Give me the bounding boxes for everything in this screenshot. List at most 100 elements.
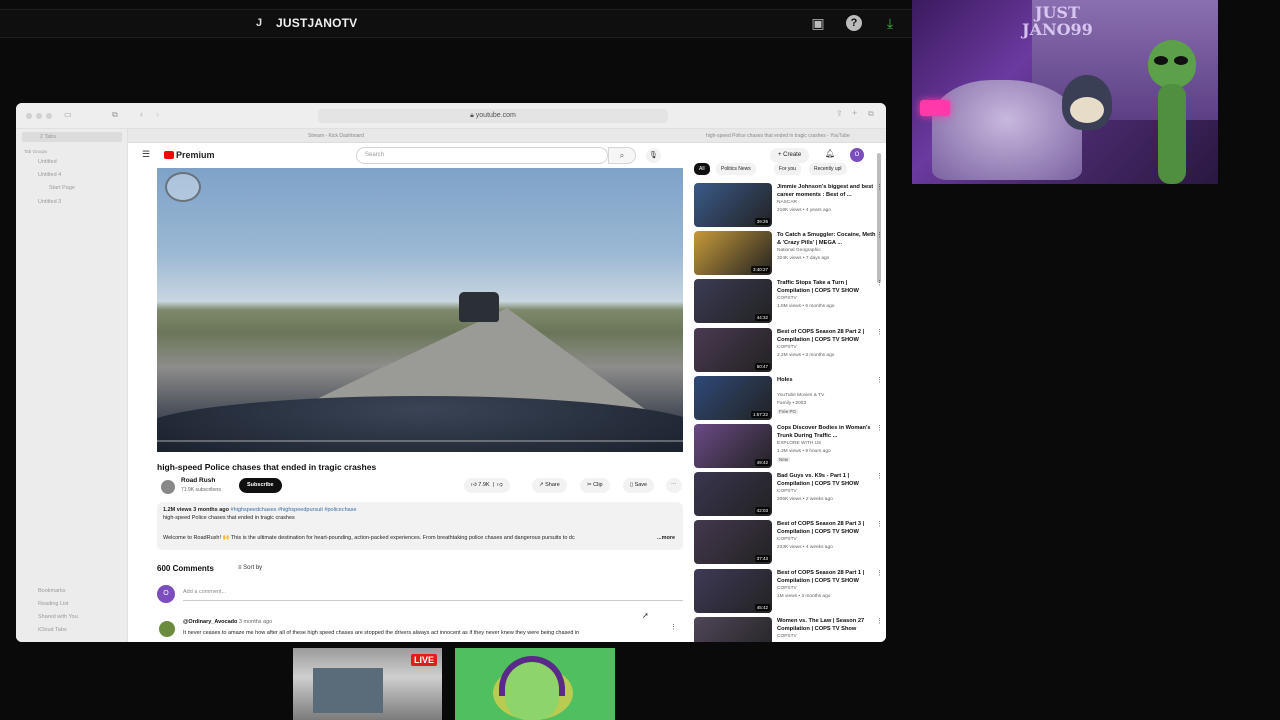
recommendation-title[interactable]: Jimmie Johnson's biggest and best career… (777, 183, 877, 199)
voice-search-icon[interactable]: 🎙︎ (646, 148, 661, 163)
minimize-window-button[interactable] (36, 113, 42, 119)
recommendation-thumbnail[interactable]: 39:26 (694, 183, 772, 227)
video-player[interactable] (157, 168, 683, 452)
recommendation-thumbnail[interactable]: 44:32 (694, 279, 772, 324)
recommendation-channel[interactable]: COPSTV (777, 345, 797, 350)
tab-youtube[interactable]: high-speed Police chases that ended in t… (706, 131, 884, 141)
sidebar-group-4[interactable]: Untitled 3 (38, 199, 61, 205)
save-button[interactable]: ▯ Save (623, 478, 655, 493)
screen-share-icon[interactable]: ▣ (810, 15, 826, 31)
recommendation-channel[interactable]: COPSTV (777, 586, 797, 591)
channel-name[interactable]: JUSTJANOTV (276, 16, 357, 30)
comment-username[interactable]: @Ordinary_Avocado (183, 619, 237, 625)
menu-icon[interactable]: ☰ (142, 149, 150, 160)
chip-recent[interactable]: Recently upl (809, 163, 847, 175)
sidebar-tabs-count[interactable]: 2 Tabs (22, 132, 122, 142)
chip-for-you[interactable]: For you (774, 163, 801, 175)
sidebar-toggle-icon[interactable]: ▭ (64, 110, 72, 119)
recommendation-menu-icon[interactable]: ⋮ (876, 376, 883, 384)
avatar-preview-thumbnail[interactable] (455, 648, 615, 720)
sort-by-button[interactable]: ≡ Sort by (238, 565, 262, 571)
channel-name-link[interactable]: Road Rush (181, 477, 215, 484)
video-progress-bar[interactable] (157, 440, 683, 442)
recommendation-thumbnail[interactable]: 50:47 (694, 327, 772, 372)
recommendation-channel[interactable]: EXPLORE WITH US (777, 441, 821, 446)
thumbs-down-icon[interactable]: 👎︎ (497, 482, 503, 488)
tab-kick-dashboard[interactable]: Stream - Kick Dashboard (308, 131, 568, 141)
recommendation-thumbnail[interactable]: 37:43 (694, 520, 772, 565)
recommendation-item[interactable]: 42:03 Bad Guys vs. K9s - Part 1 | Compila… (694, 472, 884, 518)
recommendation-title[interactable]: Holes (777, 376, 877, 384)
recommendation-channel[interactable]: COPSTV (777, 634, 797, 639)
youtube-logo-text[interactable]: Premium (176, 150, 215, 160)
recommendation-title[interactable]: Best of COPS Season 28 Part 1 | Compilat… (777, 569, 877, 585)
forward-icon[interactable]: › (156, 109, 159, 119)
sidebar-group-2[interactable]: Untitled 4 (38, 172, 61, 178)
sidebar-bookmarks[interactable]: Bookmarks (38, 588, 66, 594)
recommendation-title[interactable]: To Catch a Smuggler: Cocaine, Meth & 'Cr… (777, 231, 877, 247)
recommendation-menu-icon[interactable]: ⋮ (876, 279, 883, 287)
recommendation-item[interactable]: 44:32 Traffic Stops Take a Turn | Compila… (694, 279, 884, 325)
share-button[interactable]: ↗ Share (532, 478, 567, 493)
recommendation-thumbnail[interactable]: 42:03 (694, 472, 772, 517)
help-icon[interactable]: ? (846, 15, 862, 31)
recommendation-menu-icon[interactable]: ⋮ (876, 569, 883, 577)
close-window-button[interactable] (26, 113, 32, 119)
recommendation-menu-icon[interactable]: ⋮ (876, 183, 883, 191)
recommendation-item[interactable]: 45:42 Best of COPS Season 28 Part 1 | Com… (694, 568, 884, 615)
recommendation-menu-icon[interactable]: ⋮ (876, 472, 883, 480)
clip-button[interactable]: ✂︎ Clip (580, 478, 610, 493)
search-button[interactable]: ⌕ (608, 147, 636, 164)
new-tab-icon[interactable]: + (852, 108, 857, 118)
recommendation-item[interactable]: 50:47 Best of COPS Season 28 Part 2 | Com… (694, 327, 884, 374)
share-icon[interactable]: ⇪ (836, 109, 843, 118)
recommendation-thumbnail[interactable]: 1:57:22 (694, 375, 772, 420)
recommendation-thumbnail[interactable]: 3:40:27 (694, 231, 772, 276)
subscribe-button[interactable]: Subscribe (239, 478, 282, 493)
recommendation-item[interactable]: Women vs. The Law | Season 27 Compilatio… (694, 616, 884, 642)
comment-avatar[interactable] (159, 621, 175, 637)
recommendation-thumbnail[interactable]: 49:42 (694, 424, 772, 468)
chip-all[interactable]: All (694, 163, 710, 175)
add-comment-input[interactable]: Add a comment... (183, 589, 683, 601)
youtube-logo-icon[interactable] (164, 151, 174, 159)
recommendation-title[interactable]: Bad Guys vs. K9s - Part 1 | Compilation … (777, 472, 877, 488)
recommendation-thumbnail[interactable] (694, 616, 772, 642)
description-more-link[interactable]: ...more (657, 535, 675, 541)
recommendation-menu-icon[interactable]: ⋮ (876, 520, 883, 528)
recommendation-menu-icon[interactable]: ⋮ (876, 424, 883, 432)
hashtags[interactable]: #highspeedchases #highspeedpursuit #poli… (231, 507, 357, 513)
sidebar-icloud-tabs[interactable]: iCloud Tabs (38, 627, 67, 633)
recommendation-title[interactable]: Cops Discover Bodies in Woman's Trunk Du… (777, 424, 877, 440)
notifications-icon[interactable]: 🔔︎ (825, 149, 835, 158)
channel-avatar[interactable] (161, 480, 175, 494)
sidebar-reading-list[interactable]: Reading List (38, 601, 69, 607)
recommendation-item[interactable]: 1:57:22 Holes YouTube Movies & TV Family • … (694, 375, 884, 422)
recommendation-channel[interactable]: COPSTV (777, 537, 797, 542)
recommendation-channel[interactable]: YouTube Movies & TV (777, 393, 824, 398)
address-bar[interactable]: 🔒︎ youtube.com (318, 109, 668, 123)
recommendation-title[interactable]: Women vs. The Law | Season 27 Compilatio… (777, 617, 877, 633)
recommendation-channel[interactable]: NASCAR (777, 200, 797, 205)
recommendation-title[interactable]: Traffic Stops Take a Turn | Compilation … (777, 279, 877, 295)
recommendation-title[interactable]: Best of COPS Season 28 Part 2 | Compilat… (777, 328, 877, 344)
recommendation-item[interactable]: 49:42 Cops Discover Bodies in Woman's Tru… (694, 424, 884, 470)
recommendation-item[interactable]: 37:43 Best of COPS Season 28 Part 3 | Com… (694, 520, 884, 566)
search-input[interactable]: Search (356, 147, 608, 164)
recommendation-item[interactable]: 39:26 Jimmie Johnson's biggest and best c… (694, 183, 884, 229)
video-description[interactable]: 1.2M views 3 months ago #highspeedchases… (157, 502, 683, 550)
back-icon[interactable]: ‹ (140, 109, 143, 119)
sidebar-group-3[interactable]: Start Page (49, 185, 75, 191)
recommendation-thumbnail[interactable]: 45:42 (694, 568, 772, 613)
recommendation-menu-icon[interactable]: ⋮ (876, 231, 883, 239)
sidebar-group-1[interactable]: Untitled (38, 159, 57, 165)
tabs-icon[interactable]: ⧉ (868, 109, 874, 119)
zoom-window-button[interactable] (46, 113, 52, 119)
recommendation-item[interactable]: 3:40:27 To Catch a Smuggler: Cocaine, Met… (694, 231, 884, 277)
more-actions-button[interactable]: ⋯ (666, 478, 682, 493)
sidebar-shared-with-you[interactable]: Shared with You (38, 614, 78, 620)
account-avatar[interactable]: O (850, 148, 864, 162)
recommendation-channel[interactable]: COPSTV (777, 296, 797, 301)
recommendation-menu-icon[interactable]: ⋮ (876, 328, 883, 336)
download-icon[interactable]: ⤓ (882, 15, 898, 31)
